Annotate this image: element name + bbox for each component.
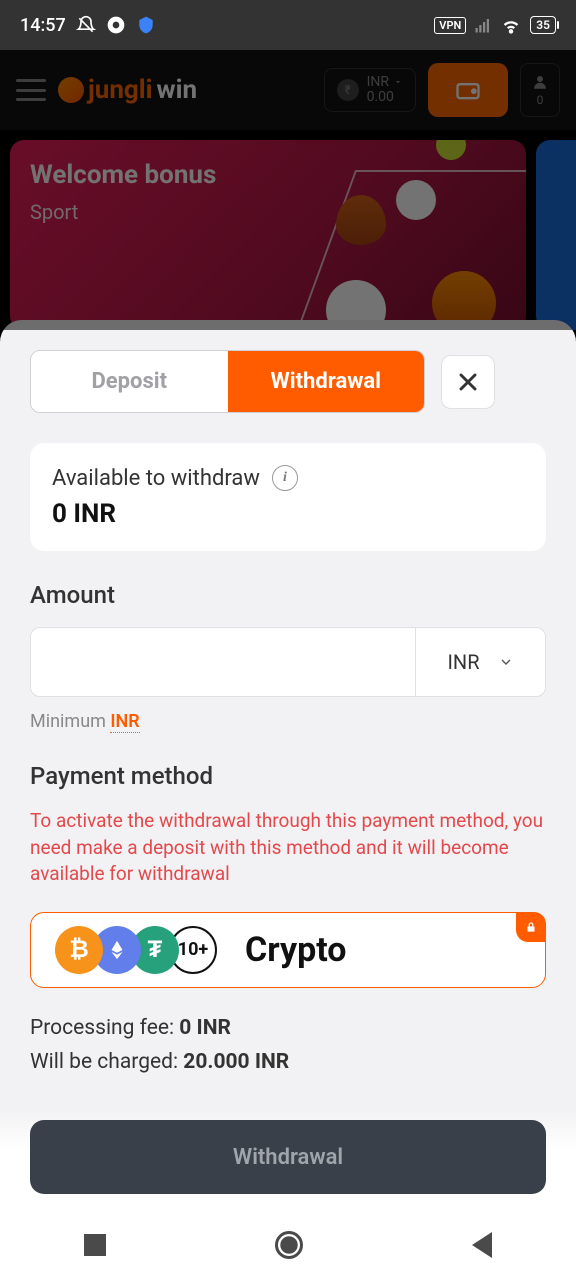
recents-button[interactable]: [84, 1234, 106, 1256]
signal-icon: [474, 16, 492, 34]
lock-icon: [516, 912, 546, 942]
info-icon[interactable]: i: [272, 465, 298, 491]
shield-icon: [136, 15, 156, 35]
payment-method-crypto[interactable]: ₿ ₮ 10+ Crypto: [30, 912, 546, 988]
withdraw-button[interactable]: Withdrawal: [30, 1120, 546, 1194]
app-header: jungliwin ₹ INR 0.00 0: [0, 50, 576, 130]
processing-fee: Processing fee: 0 INR: [30, 1016, 546, 1040]
method-name: Crypto: [245, 930, 347, 970]
min-inr-link[interactable]: INR: [110, 711, 139, 733]
currency-select[interactable]: INR: [415, 628, 545, 696]
back-button[interactable]: [472, 1232, 492, 1258]
available-label: Available to withdraw: [52, 466, 260, 491]
minimum-note: Minimum INR: [30, 711, 546, 732]
status-time: 14:57: [20, 15, 66, 36]
wifi-icon: [500, 14, 522, 36]
bitcoin-icon: ₿: [55, 926, 103, 974]
amount-label: Amount: [30, 581, 546, 609]
banner-area: Welcome bonus Sport: [0, 130, 576, 330]
payment-warning: To activate the withdrawal through this …: [30, 808, 546, 888]
will-be-charged: Will be charged: 20.000 INR: [30, 1050, 546, 1074]
status-bar: 14:57 VPN 35: [0, 0, 576, 50]
vpn-badge: VPN: [434, 17, 466, 34]
tab-withdrawal[interactable]: Withdrawal: [228, 351, 425, 412]
amount-row: INR: [30, 627, 546, 697]
tabs: Deposit Withdrawal: [30, 350, 425, 413]
withdrawal-sheet: Deposit Withdrawal Available to withdraw…: [0, 320, 576, 1210]
notifications-off-icon: [76, 15, 96, 35]
close-button[interactable]: [441, 355, 495, 409]
amount-input[interactable]: [31, 628, 415, 696]
home-button[interactable]: [275, 1231, 303, 1259]
chrome-icon: [106, 15, 126, 35]
tab-deposit[interactable]: Deposit: [31, 351, 228, 412]
available-value: 0 INR: [52, 499, 524, 529]
battery-icon: 35: [530, 16, 556, 34]
bottom-fade: Withdrawal: [0, 1110, 576, 1210]
payment-method-label: Payment method: [30, 762, 546, 790]
system-nav-bar: [0, 1210, 576, 1280]
available-card: Available to withdraw i 0 INR: [30, 443, 546, 551]
